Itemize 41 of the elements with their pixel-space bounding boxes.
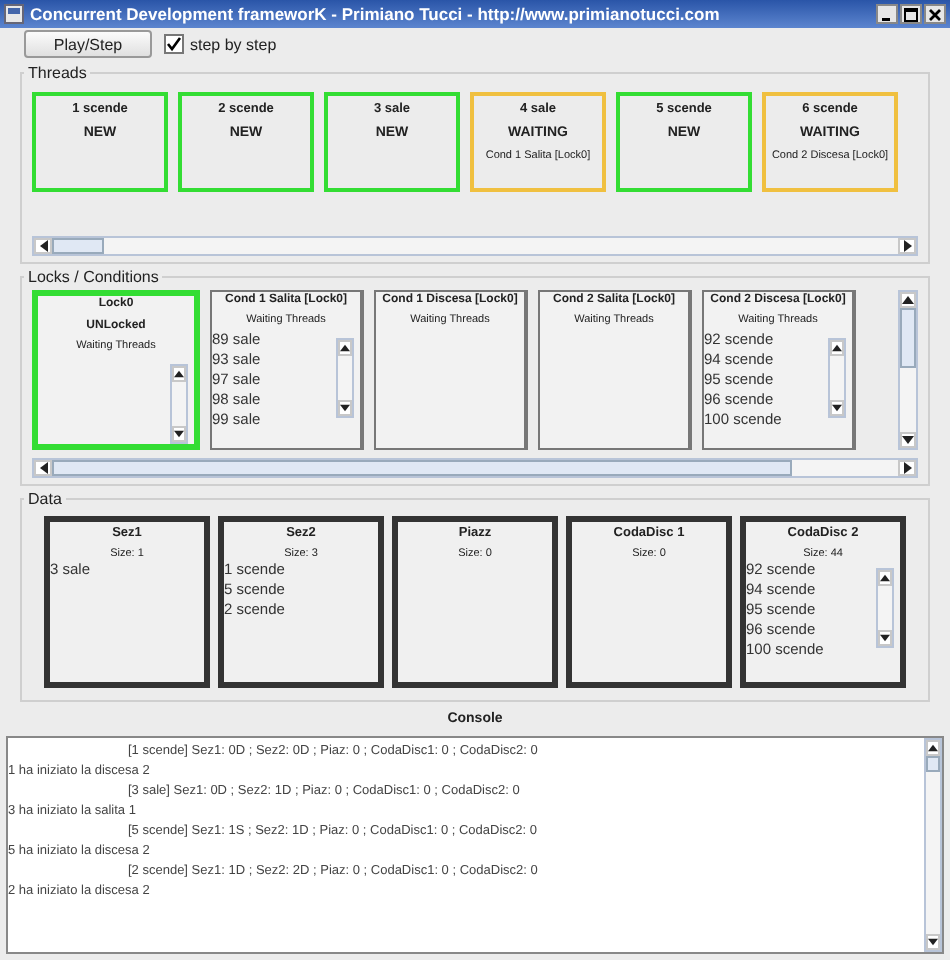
scroll-down-arrow-icon[interactable] bbox=[340, 402, 350, 414]
scroll-right-arrow-icon[interactable] bbox=[901, 462, 913, 474]
panel-title: Data bbox=[26, 490, 64, 508]
scroll-down-arrow-icon[interactable] bbox=[902, 434, 914, 446]
vertical-scrollbar[interactable] bbox=[898, 290, 918, 450]
scroll-down-arrow-icon[interactable] bbox=[832, 402, 842, 414]
scroll-thumb[interactable] bbox=[52, 460, 792, 476]
play-step-button[interactable]: Play/Step bbox=[24, 30, 152, 58]
panel-title: Locks / Conditions bbox=[26, 268, 161, 286]
scroll-down-arrow-icon[interactable] bbox=[928, 936, 938, 948]
panel-title: Threads bbox=[26, 64, 89, 82]
scroll-left-arrow-icon[interactable] bbox=[37, 462, 49, 474]
step-checkbox-label: step by step bbox=[190, 35, 277, 53]
close-button[interactable] bbox=[924, 4, 946, 24]
scroll-up-arrow-icon[interactable] bbox=[880, 572, 890, 584]
app-icon bbox=[4, 4, 24, 24]
horizontal-scrollbar[interactable] bbox=[32, 458, 918, 478]
scroll-down-arrow-icon[interactable] bbox=[880, 632, 890, 644]
scroll-right-arrow-icon[interactable] bbox=[901, 240, 913, 252]
scroll-thumb[interactable] bbox=[926, 756, 940, 772]
scroll-left-arrow-icon[interactable] bbox=[37, 240, 49, 252]
minimize-button[interactable] bbox=[876, 4, 898, 24]
vertical-scrollbar[interactable] bbox=[828, 338, 846, 418]
window-title: Concurrent Development frameworK - Primiano Tucci - http://www.primianotucci.com bbox=[30, 4, 722, 24]
scroll-up-arrow-icon[interactable] bbox=[832, 342, 842, 354]
vertical-scrollbar[interactable] bbox=[924, 738, 942, 952]
maximize-button[interactable] bbox=[900, 4, 922, 24]
scroll-up-arrow-icon[interactable] bbox=[340, 342, 350, 354]
scroll-up-arrow-icon[interactable] bbox=[174, 368, 184, 380]
scroll-up-arrow-icon[interactable] bbox=[902, 294, 914, 306]
vertical-scrollbar[interactable] bbox=[876, 568, 894, 648]
horizontal-scrollbar[interactable] bbox=[32, 236, 918, 256]
scroll-down-arrow-icon[interactable] bbox=[174, 428, 184, 440]
scroll-thumb[interactable] bbox=[52, 238, 104, 254]
vertical-scrollbar[interactable] bbox=[170, 364, 188, 444]
scroll-thumb[interactable] bbox=[900, 308, 916, 368]
vertical-scrollbar[interactable] bbox=[336, 338, 354, 418]
scroll-up-arrow-icon[interactable] bbox=[928, 742, 938, 754]
close-icon bbox=[928, 7, 942, 21]
maximize-icon bbox=[904, 7, 918, 21]
step-checkbox[interactable] bbox=[164, 34, 184, 54]
